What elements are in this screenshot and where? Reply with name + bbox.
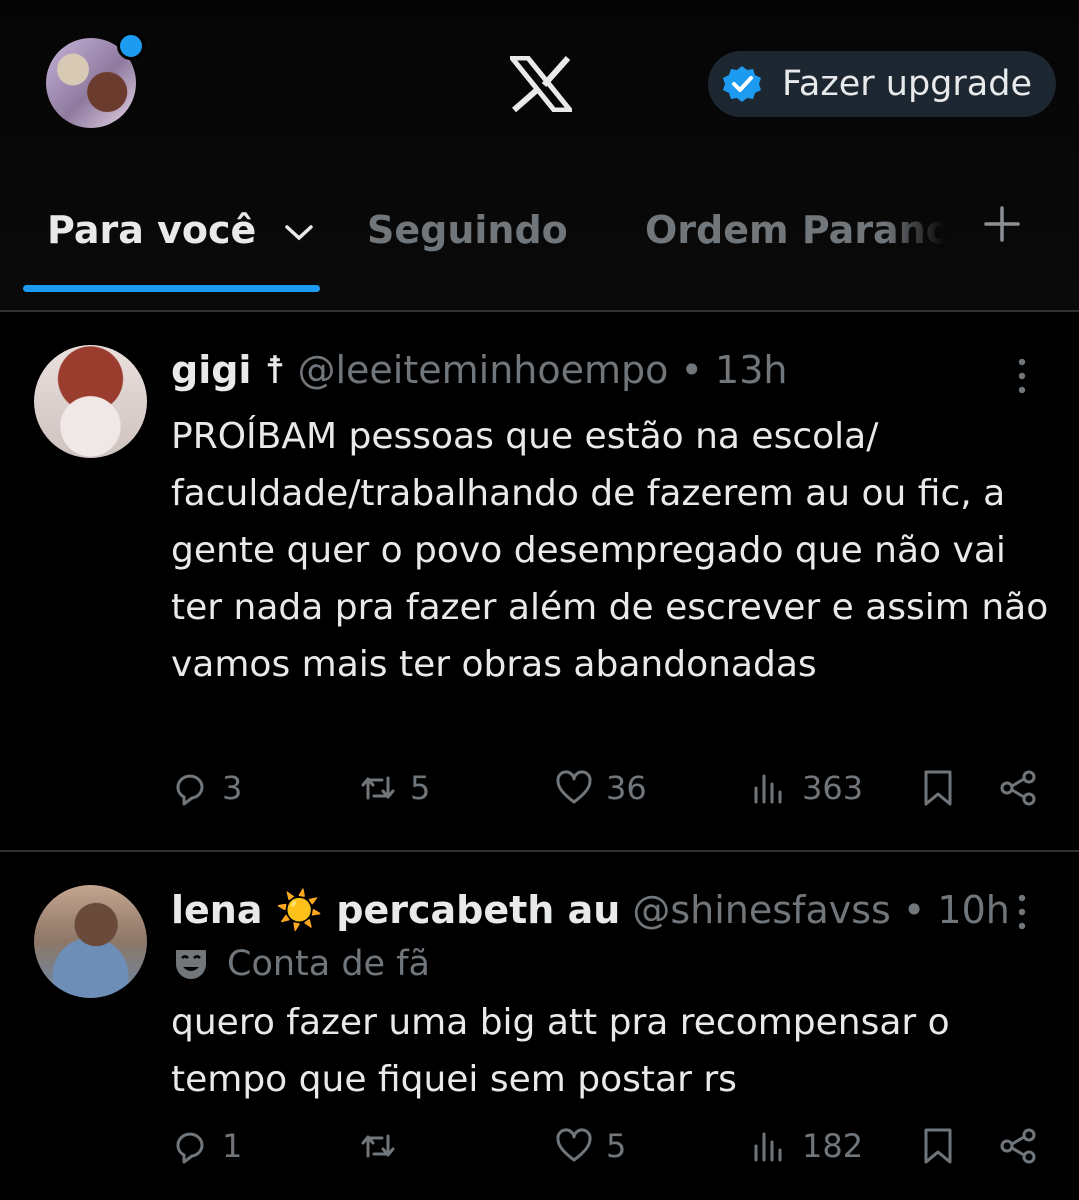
retweet-count: 5 (410, 769, 431, 807)
tweet[interactable]: lena ☀️ percabeth au @shinesfavss • 10h … (0, 852, 1079, 1200)
add-tab-icon[interactable] (982, 204, 1022, 244)
fan-account-label: Conta de fã (171, 944, 430, 984)
avatar[interactable] (34, 345, 147, 458)
like-count: 5 (606, 1127, 627, 1165)
view-count: 363 (802, 769, 864, 807)
avatar[interactable] (34, 885, 147, 998)
tab-ordem-paranormal[interactable]: Ordem Paranor (645, 208, 945, 252)
more-options-icon[interactable] (1012, 356, 1032, 396)
author-name[interactable]: gigi ☨ (171, 348, 285, 392)
upgrade-label: Fazer upgrade (782, 64, 1032, 104)
share-button[interactable] (998, 768, 1038, 808)
upgrade-button[interactable]: Fazer upgrade (708, 51, 1056, 117)
bookmark-icon (924, 1128, 952, 1164)
view-count: 182 (802, 1127, 864, 1165)
tweet-text: PROÍBAM pessoas que estão na escola/ fac… (171, 416, 1049, 685)
timestamp[interactable]: 10h (937, 888, 1009, 932)
tweet[interactable]: gigi ☨ @leeiteminhoempo • 13h PROÍBAM pe… (0, 312, 1079, 850)
reply-icon (176, 774, 204, 806)
reply-button[interactable]: 1 (170, 1126, 242, 1166)
tab-label: Para você (47, 208, 257, 252)
tweet-actions: 1 5 182 (0, 1126, 1079, 1186)
bookmark-icon (924, 770, 952, 806)
share-button[interactable] (998, 1126, 1038, 1166)
tweet-text: quero fazer uma big att pra recompensar … (171, 1002, 950, 1100)
views-button[interactable]: 363 (750, 768, 863, 808)
views-button[interactable]: 182 (750, 1126, 863, 1166)
verified-badge-icon (723, 66, 761, 102)
retweet-button[interactable] (358, 1126, 410, 1166)
reply-count: 1 (222, 1127, 243, 1165)
share-icon (1000, 1128, 1036, 1164)
tweet-actions: 3 5 36 363 (0, 768, 1079, 828)
separator: • (902, 888, 926, 932)
chevron-down-icon (284, 224, 313, 240)
timestamp[interactable]: 13h (715, 348, 787, 392)
timeline-tabs: Para você Seguindo Ordem Paranor (0, 190, 1079, 300)
analytics-icon (754, 774, 782, 804)
theater-mask-icon (176, 950, 206, 979)
active-tab-indicator (23, 285, 320, 292)
notification-dot (117, 32, 145, 60)
analytics-icon (754, 1132, 782, 1162)
like-button[interactable]: 36 (554, 768, 647, 808)
like-count: 36 (606, 769, 647, 807)
author-handle[interactable]: @shinesfavss (632, 888, 890, 932)
share-icon (1000, 770, 1036, 806)
author-name[interactable]: lena ☀️ percabeth au (171, 888, 620, 932)
author-handle[interactable]: @leeiteminhoempo (297, 348, 668, 392)
retweet-icon (361, 1134, 395, 1158)
retweet-icon (361, 776, 395, 800)
x-logo-icon[interactable] (510, 56, 572, 112)
bookmark-button[interactable] (918, 768, 958, 808)
like-button[interactable]: 5 (554, 1126, 626, 1166)
heart-icon (556, 770, 592, 804)
tab-para-voce[interactable]: Para você (47, 208, 314, 252)
heart-icon (556, 1128, 592, 1162)
account-label-text: Conta de fã (227, 944, 430, 984)
tweet-header: lena ☀️ percabeth au @shinesfavss • 10h (171, 888, 1010, 933)
tab-seguindo[interactable]: Seguindo (367, 208, 568, 252)
retweet-button[interactable]: 5 (358, 768, 430, 808)
reply-icon (176, 1132, 204, 1164)
reply-count: 3 (222, 769, 243, 807)
reply-button[interactable]: 3 (170, 768, 242, 808)
tweet-header: gigi ☨ @leeiteminhoempo • 13h (171, 348, 787, 392)
separator: • (680, 348, 703, 392)
more-options-icon[interactable] (1012, 892, 1032, 932)
bookmark-button[interactable] (918, 1126, 958, 1166)
